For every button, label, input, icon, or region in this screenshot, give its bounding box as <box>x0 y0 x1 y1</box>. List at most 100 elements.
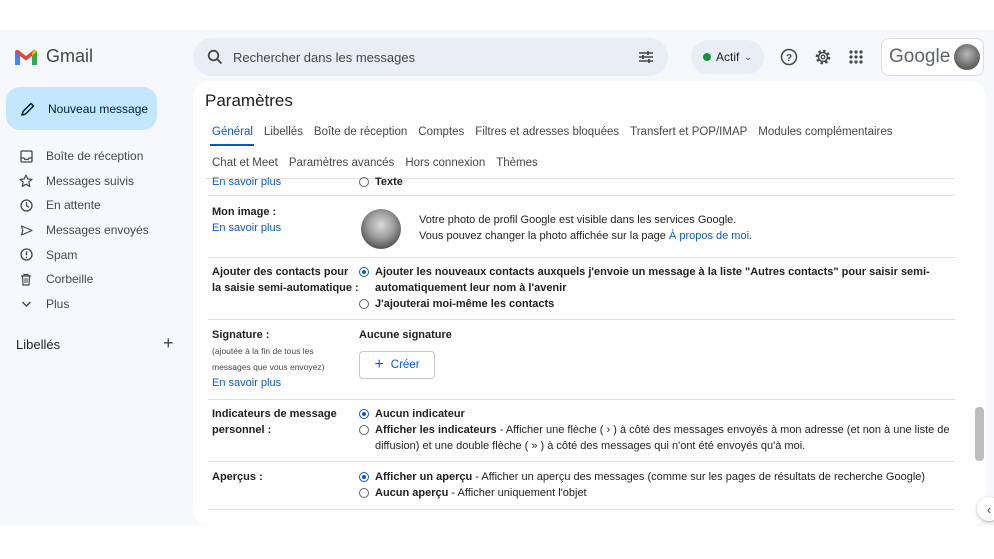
indicators-option-none[interactable]: Aucun indicateur <box>359 406 465 422</box>
tab-labels[interactable]: Libellés <box>264 126 303 138</box>
sidebar-item-sent[interactable]: Messages envoyés <box>0 218 190 243</box>
radio-button[interactable] <box>359 425 369 435</box>
status-label: Actif <box>716 50 740 64</box>
signature-label: Signature : <box>212 329 270 341</box>
google-account-button[interactable]: Google <box>881 38 984 76</box>
radio-button[interactable] <box>359 472 369 482</box>
page-title: Paramètres <box>205 91 293 110</box>
learn-more-link[interactable]: En savoir plus <box>212 175 281 190</box>
period: . <box>749 230 753 242</box>
sidebar-item-label: Messages suivis <box>46 173 135 188</box>
tab-themes[interactable]: Thèmes <box>496 157 538 169</box>
plus-icon: + <box>374 356 384 373</box>
signature-note-1: (ajoutée à la fin de tous les <box>212 346 314 356</box>
sidebar-item-starred[interactable]: Messages suivis <box>0 169 190 194</box>
option-label: Texte <box>375 176 403 188</box>
previews-label: Aperçus : <box>212 471 263 483</box>
create-signature-button[interactable]: + Créer <box>359 351 435 379</box>
chevron-down-icon: ⌄ <box>744 51 752 62</box>
tab-filters[interactable]: Filtres et adresses bloquées <box>475 126 619 138</box>
sidebar-item-label: Boîte de réception <box>46 149 144 164</box>
radio-button[interactable] <box>359 488 369 498</box>
star-icon <box>19 174 33 188</box>
gmail-m-icon <box>15 49 37 65</box>
my-image-line1: Votre photo de profil Google est visible… <box>419 214 737 226</box>
row-divider <box>208 509 955 510</box>
tab-advanced[interactable]: Paramètres avancés <box>289 157 394 169</box>
tab-forwarding[interactable]: Transfert et POP/IMAP <box>630 126 747 138</box>
previews-option-none[interactable]: Aucun aperçu - Afficher uniquement l'obj… <box>359 485 587 501</box>
indicators-option-show[interactable]: Afficher les indicateurs - Afficher une … <box>359 422 955 454</box>
previews-option-show[interactable]: Afficher un aperçu - Afficher un aperçu … <box>359 469 925 485</box>
indicators-label: Indicateurs de message personnel : <box>212 406 337 438</box>
compose-button[interactable]: Nouveau message <box>6 87 157 130</box>
settings-tabs-row1: Général Libellés Boîte de réception Comp… <box>212 126 893 138</box>
sidebar-item-label: Messages envoyés <box>46 223 149 238</box>
search-input[interactable]: Rechercher dans les messages <box>233 50 638 65</box>
option-label: Aucun indicateur <box>375 408 465 420</box>
svg-text:?: ? <box>786 53 792 64</box>
sidebar-item-inbox[interactable]: Boîte de réception <box>0 144 190 169</box>
option-label: Aucun aperçu - Afficher uniquement l'obj… <box>375 485 587 501</box>
sidebar-item-more[interactable]: Plus <box>0 292 190 317</box>
sidebar-nav: Boîte de réception Messages suivis En at… <box>0 144 190 316</box>
profile-photo[interactable] <box>361 209 401 249</box>
gmail-logo[interactable]: Gmail <box>14 46 93 67</box>
help-icon[interactable]: ? <box>778 46 800 68</box>
sidebar-item-label: En attente <box>46 198 101 213</box>
row-divider <box>208 399 955 400</box>
radio-button[interactable] <box>359 409 369 419</box>
inbox-icon <box>19 149 33 163</box>
sidebar-item-snoozed[interactable]: En attente <box>0 193 190 218</box>
search-bar[interactable]: Rechercher dans les messages <box>193 38 668 76</box>
chevron-left-icon: ‹ <box>986 501 992 517</box>
add-label-button[interactable]: + <box>163 333 174 354</box>
scrollbar-thumb[interactable] <box>975 407 984 461</box>
option-label: Ajouter les nouveaux contacts auxquels j… <box>375 266 930 294</box>
tab-inbox[interactable]: Boîte de réception <box>314 126 407 138</box>
gear-icon[interactable] <box>812 46 834 68</box>
contacts-label-line2: la saisie semi-automatique : <box>212 282 359 294</box>
option-bold: Afficher les indicateurs <box>375 424 497 436</box>
radio-option-text[interactable]: Texte <box>359 174 403 190</box>
my-image-description: Votre photo de profil Google est visible… <box>419 212 752 244</box>
radio-button[interactable] <box>359 267 369 277</box>
tab-addons[interactable]: Modules complémentaires <box>758 126 892 138</box>
trash-icon <box>19 272 33 286</box>
learn-more-link[interactable]: En savoir plus <box>212 221 281 236</box>
tab-general[interactable]: Général <box>212 126 253 138</box>
sidebar-item-label: Corbeille <box>46 272 94 287</box>
radio-button[interactable] <box>359 177 369 187</box>
option-bold: Aucun aperçu <box>375 487 449 499</box>
tab-offline[interactable]: Hors connexion <box>405 157 485 169</box>
search-options-icon[interactable] <box>638 50 654 64</box>
row-divider <box>208 461 955 462</box>
sidebar-item-label: Plus <box>46 296 70 311</box>
tab-chat-meet[interactable]: Chat et Meet <box>212 157 278 169</box>
sidebar-item-spam[interactable]: Spam <box>0 242 190 267</box>
collapse-side-panel-button[interactable]: ‹ <box>977 497 994 521</box>
option-description: - Afficher uniquement l'objet <box>448 487 587 499</box>
labels-heading: Libellés <box>16 337 61 352</box>
spam-icon <box>19 248 33 262</box>
indicators-label-line2: personnel : <box>212 424 272 436</box>
option-label: Afficher un aperçu - Afficher un aperçu … <box>375 469 925 485</box>
my-image-label: Mon image : <box>212 206 277 218</box>
about-me-link[interactable]: À propos de moi <box>669 230 749 242</box>
search-icon[interactable] <box>207 49 223 65</box>
learn-more-link[interactable]: En savoir plus <box>212 376 281 391</box>
google-logo: Google <box>889 46 951 67</box>
avatar <box>954 44 981 70</box>
tabs-divider <box>205 178 955 179</box>
indicators-label-line1: Indicateurs de message <box>212 408 337 420</box>
radio-button[interactable] <box>359 299 369 309</box>
sidebar-item-trash[interactable]: Corbeille <box>0 267 190 292</box>
status-button[interactable]: Actif ⌄ <box>691 40 764 74</box>
row-divider <box>208 257 955 258</box>
apps-grid-icon[interactable] <box>845 46 867 68</box>
row-divider <box>208 319 955 320</box>
contacts-option-manual[interactable]: J'ajouterai moi-même les contacts <box>359 296 554 312</box>
gmail-app: Gmail Rechercher dans les messages Actif… <box>0 30 994 526</box>
tab-accounts[interactable]: Comptes <box>418 126 464 138</box>
contacts-option-auto[interactable]: Ajouter les nouveaux contacts auxquels j… <box>359 264 955 296</box>
